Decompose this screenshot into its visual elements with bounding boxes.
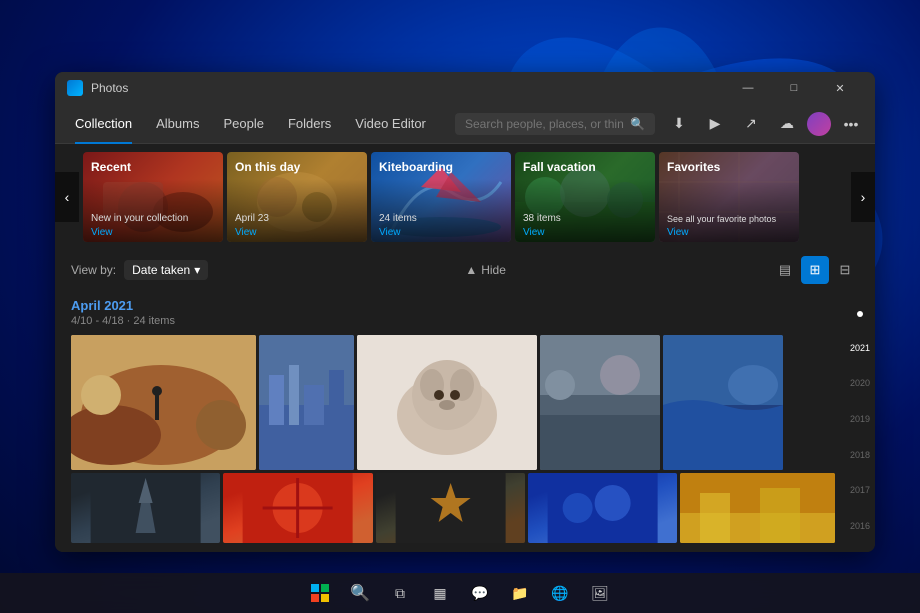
import-icon[interactable]: ⬇ [663,108,695,140]
card-onthisday-view[interactable]: View [235,227,257,238]
card-favorites-view[interactable]: View [667,227,689,238]
view-by-select[interactable]: Date taken ▾ [124,260,208,280]
card-kite-sub: 24 items [379,213,417,224]
view-grid-medium-button[interactable]: ⊞ [801,256,829,284]
photos-area: April 2021 4/10 - 4/18 · 24 items [55,290,875,552]
minimize-button[interactable]: — [725,72,771,104]
view-by-label: View by: [71,263,116,277]
item-count: 24 items [133,315,175,327]
search-box[interactable]: 🔍 [455,113,655,135]
year-2018[interactable]: 2018 [850,450,870,460]
maximize-button[interactable]: □ [771,72,817,104]
photo-p9[interactable] [528,473,677,543]
card-fallvacation[interactable]: Fall vacation 38 items View [515,152,655,242]
photos-app-window: Photos — □ ✕ Collection Albums People Fo… [55,72,875,552]
card-kiteboarding[interactable]: Kiteboarding 24 items View [371,152,511,242]
title-bar: Photos — □ ✕ [55,72,875,104]
cards-next-button[interactable]: › [851,172,875,222]
photo-p4[interactable] [540,335,660,470]
hide-button[interactable]: ▲ Hide [465,263,506,277]
year-2016[interactable]: 2016 [850,521,870,531]
year-dot [857,311,863,317]
nav-people[interactable]: People [211,104,275,144]
view-bar: View by: Date taken ▾ ▲ Hide ▤ ⊞ ⊟ [55,250,875,290]
share-icon[interactable]: ↗ [735,108,767,140]
featured-cards-section: ‹ Recent New in your collection View [55,144,875,250]
photos-taskbar-icon[interactable]: 🖼 [584,577,616,609]
card-favorites[interactable]: Favorites See all your favorite photos V… [659,152,799,242]
avatar[interactable] [807,112,831,136]
slideshow-icon[interactable]: ▶ [699,108,731,140]
year-2020[interactable]: 2020 [850,378,870,388]
view-toggle-group: ▤ ⊞ ⊟ [771,256,859,284]
month-sub: 4/10 - 4/18 · 24 items [71,315,835,327]
view-list-button[interactable]: ▤ [771,256,799,284]
card-onthisday-sub: April 23 [235,213,269,224]
nav-bar: Collection Albums People Folders Video E… [55,104,875,144]
photo-row-large [71,335,835,470]
more-icon[interactable]: ••• [835,108,867,140]
card-recent[interactable]: Recent New in your collection View [83,152,223,242]
nav-albums[interactable]: Albums [144,104,211,144]
photo-p5[interactable] [663,335,783,470]
card-onthisday[interactable]: On this day April 23 View [227,152,367,242]
cloud-icon[interactable]: ☁ [771,108,803,140]
card-favorites-sub: See all your favorite photos [667,214,776,224]
photo-p3[interactable] [357,335,537,470]
chat-icon[interactable]: 💬 [464,577,496,609]
widgets-icon[interactable]: ▦ [424,577,456,609]
year-2017[interactable]: 2017 [850,485,870,495]
card-recent-view[interactable]: View [91,227,113,238]
year-nav: 2021 2020 2019 2018 2017 2016 [845,290,875,552]
chevron-down-icon: ▾ [194,263,200,277]
search-input[interactable] [465,117,624,131]
search-taskbar-icon[interactable]: 🔍 [344,577,376,609]
hide-label: Hide [481,263,506,277]
card-recent-title: Recent [91,160,131,174]
edge-icon[interactable]: 🌐 [544,577,576,609]
explorer-icon[interactable]: 📁 [504,577,536,609]
card-recent-sub: New in your collection [91,213,188,224]
nav-folders[interactable]: Folders [276,104,343,144]
search-icon: 🔍 [630,117,645,131]
start-icon[interactable] [304,577,336,609]
card-fall-view[interactable]: View [523,227,545,238]
photo-p6[interactable] [71,473,220,543]
card-favorites-title: Favorites [667,160,720,174]
content-area: ‹ Recent New in your collection View [55,144,875,552]
view-grid-large-button[interactable]: ⊟ [831,256,859,284]
nav-video-editor[interactable]: Video Editor [343,104,438,144]
card-onthisday-title: On this day [235,160,300,174]
hide-arrow-icon: ▲ [465,263,477,277]
photo-row-small [71,473,835,543]
card-fall-title: Fall vacation [523,160,596,174]
date-range: 4/10 - 4/18 [71,315,124,327]
close-button[interactable]: ✕ [817,72,863,104]
app-icon [67,80,83,96]
cards-prev-button[interactable]: ‹ [55,172,79,222]
nav-collection[interactable]: Collection [63,104,144,144]
year-2019[interactable]: 2019 [850,414,870,424]
card-fall-sub: 38 items [523,213,561,224]
card-kite-view[interactable]: View [379,227,401,238]
cards-strip: Recent New in your collection View [55,152,875,242]
photo-p1[interactable] [71,335,256,470]
taskbar: 🔍 ⧉ ▦ 💬 📁 🌐 🖼 [0,573,920,613]
app-title: Photos [91,81,725,95]
taskview-icon[interactable]: ⧉ [384,577,416,609]
nav-toolbar: ⬇ ▶ ↗ ☁ ••• [663,108,867,140]
window-controls: — □ ✕ [725,72,863,104]
month-label: April 2021 [71,298,835,313]
photo-p10[interactable] [680,473,835,543]
year-2021[interactable]: 2021 [850,343,870,353]
view-by-value: Date taken [132,263,190,277]
card-kite-title: Kiteboarding [379,160,453,174]
photo-p8[interactable] [376,473,525,543]
photo-p7[interactable] [223,473,372,543]
photo-p2[interactable] [259,335,354,470]
